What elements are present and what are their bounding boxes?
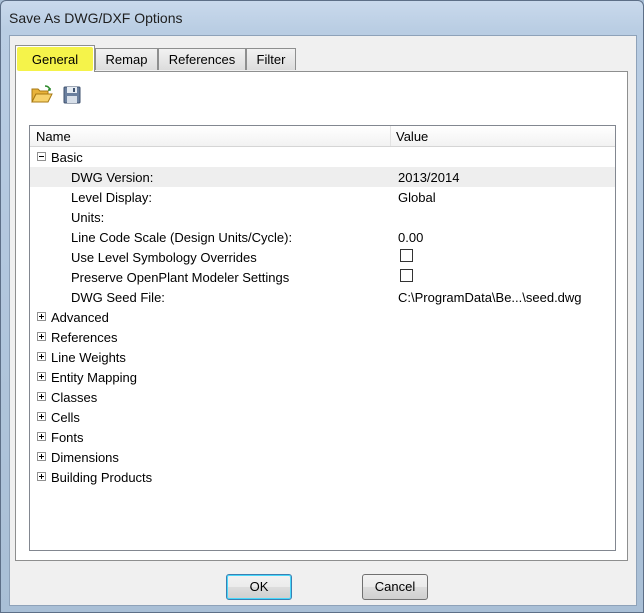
window-title: Save As DWG/DXF Options xyxy=(9,10,183,26)
dialog-client: General Remap References Filter Name Val… xyxy=(9,35,637,606)
column-header-value[interactable]: Value xyxy=(396,129,428,144)
floppy-disk-icon xyxy=(63,86,81,104)
property-row-dwg-version[interactable]: DWG Version: 2013/2014 xyxy=(30,167,615,187)
group-row-advanced[interactable]: Advanced xyxy=(30,307,615,327)
ok-button[interactable]: OK xyxy=(226,574,292,600)
expand-icon[interactable] xyxy=(37,332,46,341)
tab-general[interactable]: General xyxy=(15,45,95,72)
property-label: DWG Seed File: xyxy=(71,290,165,305)
group-row-cells[interactable]: Cells xyxy=(30,407,615,427)
property-label: Units: xyxy=(71,210,105,225)
group-label: Cells xyxy=(51,410,80,425)
group-label: References xyxy=(51,330,118,345)
group-label: Fonts xyxy=(51,430,84,445)
tab-general-label: General xyxy=(31,52,79,67)
save-button[interactable] xyxy=(60,84,84,106)
property-row-level-display[interactable]: Level Display: Global xyxy=(30,187,615,207)
property-value[interactable]: C:\ProgramData\Be...\seed.dwg xyxy=(398,290,582,305)
tab-references-label: References xyxy=(168,52,236,67)
property-row-level-symbology[interactable]: Use Level Symbology Overrides xyxy=(30,247,615,267)
column-separator[interactable] xyxy=(390,126,391,146)
property-label: DWG Version: xyxy=(71,170,154,185)
property-row-preserve-openplant[interactable]: Preserve OpenPlant Modeler Settings xyxy=(30,267,615,287)
property-value[interactable]: Global xyxy=(398,190,436,205)
group-label: Advanced xyxy=(51,310,109,325)
tab-remap[interactable]: Remap xyxy=(95,48,158,70)
tab-filter-label: Filter xyxy=(256,52,286,67)
general-tab-panel: Name Value Basic DWG Version: 2013/2014 … xyxy=(15,71,628,561)
group-row-line-weights[interactable]: Line Weights xyxy=(30,347,615,367)
title-bar[interactable]: Save As DWG/DXF Options xyxy=(1,1,643,35)
dialog-window: Save As DWG/DXF Options General Remap Re… xyxy=(0,0,644,613)
property-label: Use Level Symbology Overrides xyxy=(71,250,257,265)
group-label: Dimensions xyxy=(51,450,119,465)
property-row-dwg-seed-file[interactable]: DWG Seed File: C:\ProgramData\Be...\seed… xyxy=(30,287,615,307)
group-row-fonts[interactable]: Fonts xyxy=(30,427,615,447)
group-row-entity-mapping[interactable]: Entity Mapping xyxy=(30,367,615,387)
property-label: Line Code Scale (Design Units/Cycle): xyxy=(71,230,293,245)
open-button[interactable] xyxy=(30,84,54,106)
column-header-name[interactable]: Name xyxy=(36,129,71,144)
level-symbology-checkbox[interactable] xyxy=(400,249,413,262)
tab-remap-label: Remap xyxy=(105,52,148,67)
group-row-dimensions[interactable]: Dimensions xyxy=(30,447,615,467)
group-row-references[interactable]: References xyxy=(30,327,615,347)
tab-filter[interactable]: Filter xyxy=(246,48,296,70)
group-row-classes[interactable]: Classes xyxy=(30,387,615,407)
group-label: Classes xyxy=(51,390,98,405)
preserve-openplant-checkbox[interactable] xyxy=(400,269,413,282)
group-row-basic[interactable]: Basic xyxy=(30,147,615,167)
property-label: Preserve OpenPlant Modeler Settings xyxy=(71,270,290,285)
collapse-icon[interactable] xyxy=(37,152,46,161)
group-label: Building Products xyxy=(51,470,153,485)
group-row-building-products[interactable]: Building Products xyxy=(30,467,615,487)
expand-icon[interactable] xyxy=(37,352,46,361)
expand-icon[interactable] xyxy=(37,412,46,421)
expand-icon[interactable] xyxy=(37,392,46,401)
property-label: Level Display: xyxy=(71,190,152,205)
expand-icon[interactable] xyxy=(37,432,46,441)
folder-open-icon xyxy=(31,85,53,103)
expand-icon[interactable] xyxy=(37,312,46,321)
property-row-units[interactable]: Units: xyxy=(30,207,615,227)
property-grid: Name Value Basic DWG Version: 2013/2014 … xyxy=(29,125,616,551)
group-label: Line Weights xyxy=(51,350,126,365)
grid-header: Name Value xyxy=(30,126,615,147)
property-value[interactable]: 0.00 xyxy=(398,230,423,245)
group-label: Entity Mapping xyxy=(51,370,137,385)
expand-icon[interactable] xyxy=(37,472,46,481)
expand-icon[interactable] xyxy=(37,452,46,461)
cancel-button-label: Cancel xyxy=(374,579,416,594)
property-row-line-code-scale[interactable]: Line Code Scale (Design Units/Cycle): 0.… xyxy=(30,227,615,247)
expand-icon[interactable] xyxy=(37,372,46,381)
ok-button-label: OK xyxy=(249,579,269,594)
property-value[interactable]: 2013/2014 xyxy=(398,170,459,185)
tab-references[interactable]: References xyxy=(158,48,246,70)
group-label: Basic xyxy=(51,150,83,165)
cancel-button[interactable]: Cancel xyxy=(362,574,428,600)
